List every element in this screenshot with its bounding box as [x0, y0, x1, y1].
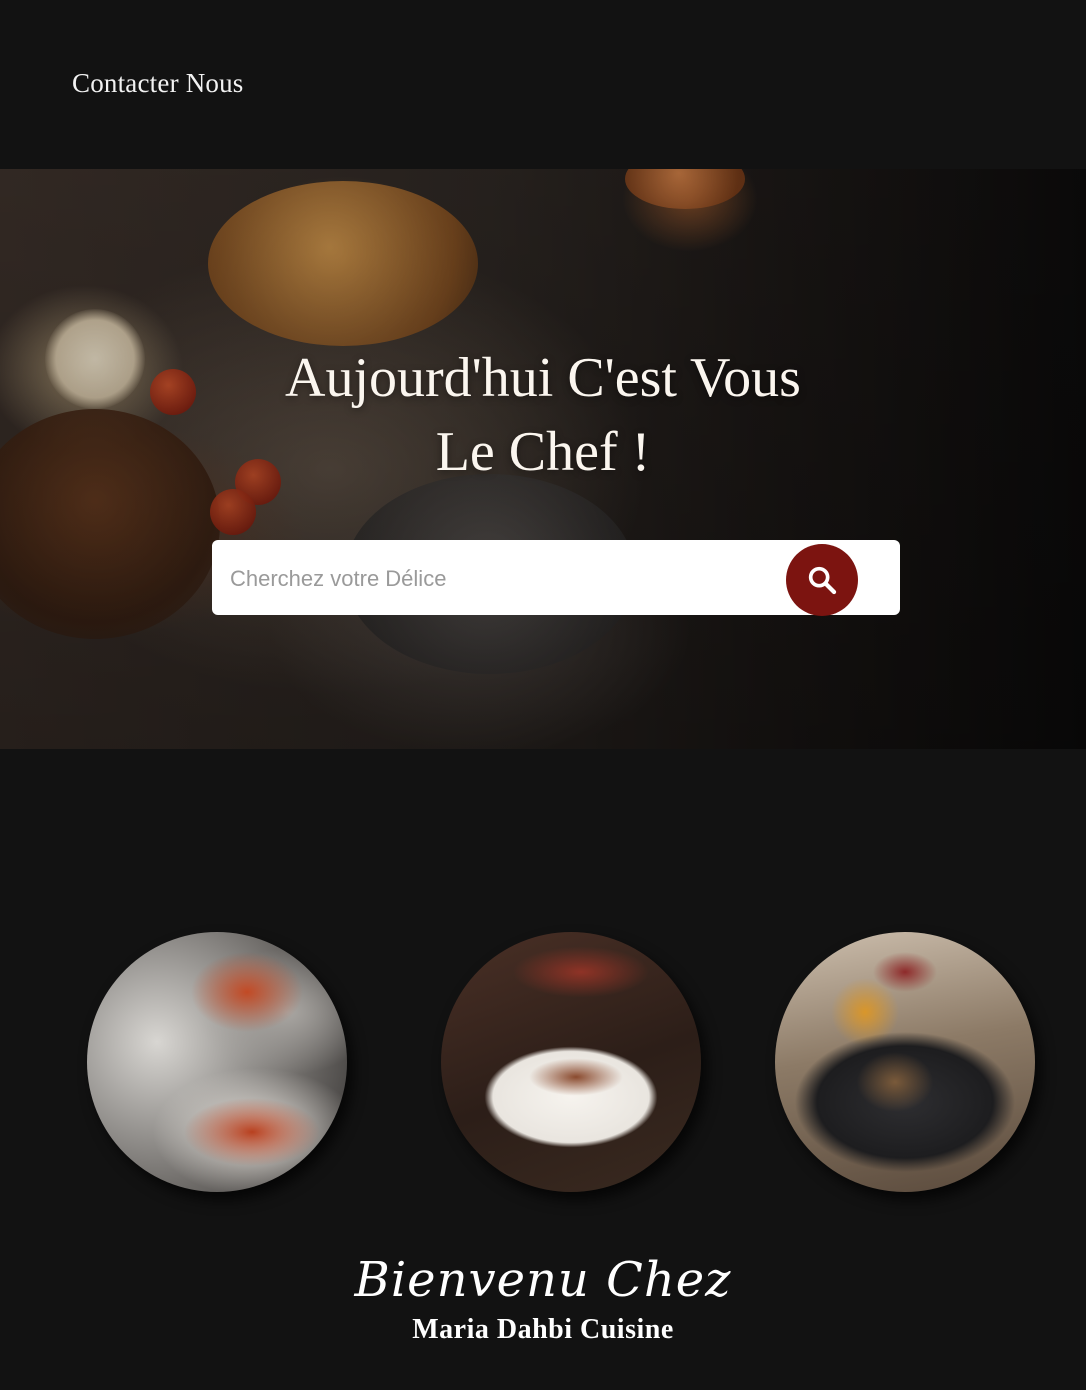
- search-input[interactable]: [228, 540, 782, 617]
- top-navigation-bar: Contacter Nous: [0, 0, 1086, 169]
- hero-title-line-1: Aujourd'hui C'est Vous: [285, 347, 801, 409]
- restaurant-name: Maria Dahbi Cuisine: [412, 1314, 674, 1345]
- search-button[interactable]: [786, 544, 858, 616]
- search-icon: [808, 566, 837, 595]
- search-bar: [212, 540, 900, 617]
- hero-title-line-2: Le Chef !: [435, 421, 651, 483]
- dish-image-pizza[interactable]: [87, 932, 347, 1192]
- dish-image-duck[interactable]: [441, 932, 701, 1192]
- hero-title: Aujourd'hui C'est Vous Le Chef !: [0, 341, 1086, 489]
- hero-banner: Aujourd'hui C'est Vous Le Chef !: [0, 169, 1086, 749]
- dish-image-stone-grill[interactable]: [775, 932, 1035, 1192]
- welcome-heading: Bienvenu Chez: [354, 1252, 732, 1308]
- contact-link[interactable]: Contacter Nous: [72, 68, 244, 99]
